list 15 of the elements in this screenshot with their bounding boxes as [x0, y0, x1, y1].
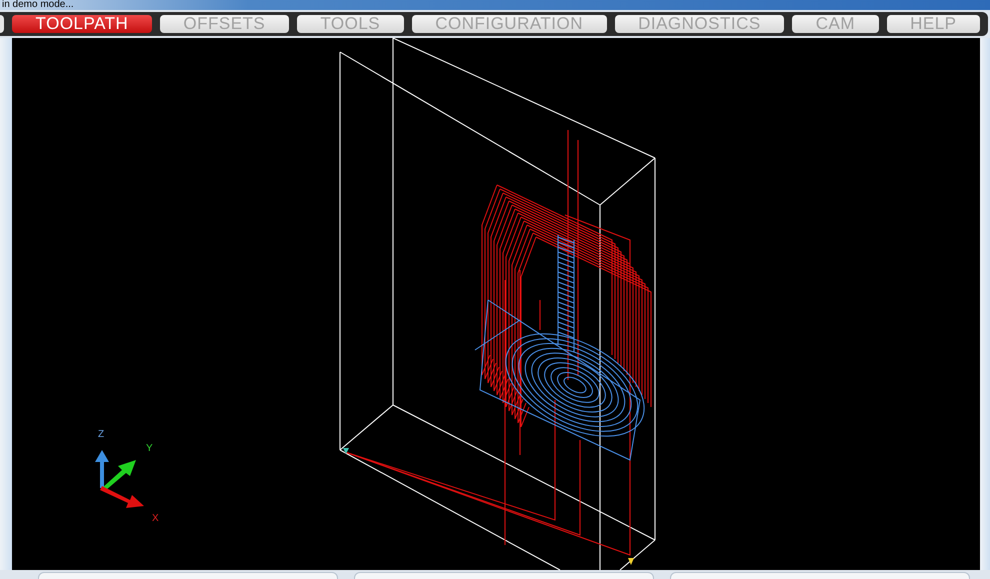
marker-icon	[343, 448, 349, 454]
tab[interactable]: CONFIGURATION	[412, 15, 607, 33]
toolpath-viewport[interactable]: Z Y X	[12, 38, 980, 570]
x-axis-label: X	[152, 514, 159, 524]
tab[interactable]: TOOLS	[296, 15, 404, 33]
tab[interactable]: HELP	[886, 15, 980, 33]
marker-icon	[628, 558, 634, 565]
z-axis-label: Z	[98, 430, 104, 440]
window-title: in demo mode...	[1, 0, 74, 10]
tab[interactable]: TOOLPATH	[12, 15, 152, 33]
tab[interactable]: DIAGNOSTICS	[614, 15, 784, 33]
tab[interactable]: OFFSETS	[160, 15, 289, 33]
tab[interactable]: CAM	[792, 15, 879, 33]
y-axis-label: Y	[146, 444, 153, 454]
tab-edge[interactable]	[0, 15, 4, 33]
